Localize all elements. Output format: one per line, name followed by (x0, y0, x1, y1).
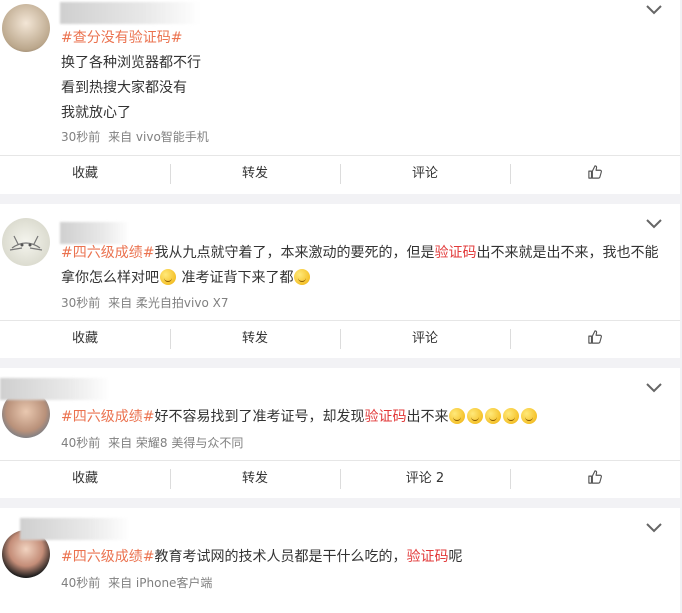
highlight-keyword: 验证码 (434, 245, 477, 261)
post-text-part: 准考证背下来了都 (177, 270, 294, 286)
repost-button[interactable]: 转发 (170, 468, 340, 490)
comment-button[interactable]: 评论 (340, 328, 510, 350)
smiley-emoji-icon (485, 408, 502, 424)
post-text-part: 教育考试网的技术人员都是干什么吃的， (154, 549, 407, 565)
repost-button[interactable]: 转发 (170, 328, 340, 350)
hashtag-link[interactable]: #四六级成绩# (61, 549, 154, 565)
post-source: 来自 柔光自拍vivo X7 (108, 296, 229, 310)
post-line: 换了各种浏览器都不行 (61, 55, 201, 71)
post-text: #四六级成绩#我从九点就守着了，本来激动的要死的，但是验证码出不来就是出不来，我… (61, 241, 660, 291)
like-button[interactable] (510, 328, 680, 350)
avatar[interactable] (2, 4, 50, 52)
post-time[interactable]: 40秒前 (61, 576, 100, 590)
favorite-button[interactable]: 收藏 (0, 468, 170, 490)
hashtag-link[interactable]: #查分没有验证码# (61, 30, 182, 46)
username-blurred[interactable] (0, 378, 110, 400)
smiley-emoji-icon (503, 408, 520, 424)
action-bar: 收藏 转发 评论 (0, 155, 680, 192)
favorite-button[interactable]: 收藏 (0, 163, 170, 185)
comment-button[interactable]: 评论 (340, 163, 510, 185)
thumbs-up-icon (588, 470, 602, 484)
hashtag-link[interactable]: #四六级成绩# (61, 409, 154, 425)
laugh-emoji-icon (160, 269, 176, 285)
post-source: 来自 iPhone客户端 (108, 576, 213, 590)
post-meta: 30秒前 来自 柔光自拍vivo X7 (61, 294, 228, 311)
favorite-button[interactable]: 收藏 (0, 328, 170, 350)
smiley-emoji-icon (521, 408, 538, 424)
post-meta: 40秒前 来自 iPhone客户端 (61, 574, 212, 591)
post-card: #四六级成绩#好不容易找到了准考证号，却发现验证码出不来 40秒前 来自 荣耀8… (0, 368, 680, 498)
post-text-part: 呢 (448, 549, 463, 565)
post-meta: 30秒前 来自 vivo智能手机 (61, 128, 209, 145)
hashtag-link[interactable]: #四六级成绩# (61, 245, 154, 261)
like-button[interactable] (510, 163, 680, 185)
thumbs-up-icon (588, 165, 602, 179)
like-button[interactable] (510, 468, 680, 490)
post-time[interactable]: 30秒前 (61, 296, 100, 310)
chevron-down-icon[interactable] (644, 3, 664, 17)
post-line: 看到热搜大家都没有 (61, 80, 187, 96)
username-blurred[interactable] (60, 2, 200, 24)
chevron-down-icon[interactable] (644, 217, 664, 231)
post-card: #四六级成绩#教育考试网的技术人员都是干什么吃的，验证码呢 40秒前 来自 iP… (0, 508, 680, 613)
cat-sketch-icon (9, 235, 43, 251)
post-line: 我就放心了 (61, 105, 131, 121)
post-text: #查分没有验证码# 换了各种浏览器都不行 看到热搜大家都没有 我就放心了 (61, 26, 660, 126)
post-card: #查分没有验证码# 换了各种浏览器都不行 看到热搜大家都没有 我就放心了 30秒… (0, 0, 680, 194)
post-time[interactable]: 30秒前 (61, 130, 100, 144)
post-card: #四六级成绩#我从九点就守着了，本来激动的要死的，但是验证码出不来就是出不来，我… (0, 204, 680, 358)
thumbs-up-icon (588, 330, 602, 344)
post-source: 来自 荣耀8 美得与众不同 (108, 436, 244, 450)
highlight-keyword: 验证码 (364, 409, 407, 425)
chevron-down-icon[interactable] (644, 381, 664, 395)
post-source: 来自 vivo智能手机 (108, 130, 209, 144)
post-meta: 40秒前 来自 荣耀8 美得与众不同 (61, 434, 243, 451)
post-text: #四六级成绩#好不容易找到了准考证号，却发现验证码出不来 (61, 405, 660, 430)
repost-button[interactable]: 转发 (170, 163, 340, 185)
action-bar: 收藏 转发 评论 2 (0, 460, 680, 497)
smiley-emoji-icon (467, 408, 484, 424)
action-bar: 收藏 转发 评论 (0, 320, 680, 357)
avatar[interactable] (2, 218, 50, 266)
cry-laugh-emoji-icon (294, 269, 311, 285)
highlight-keyword: 验证码 (406, 549, 449, 565)
post-text-part: 好不容易找到了准考证号，却发现 (154, 409, 365, 425)
chevron-down-icon[interactable] (644, 521, 664, 535)
comment-button[interactable]: 评论 2 (340, 468, 510, 490)
post-text-part: 我从九点就守着了，本来激动的要死的，但是 (154, 245, 435, 261)
post-text: #四六级成绩#教育考试网的技术人员都是干什么吃的，验证码呢 (61, 545, 660, 570)
username-blurred[interactable] (20, 518, 130, 540)
post-text-part: 出不来 (406, 409, 449, 425)
smiley-emoji-icon (449, 408, 466, 424)
post-time[interactable]: 40秒前 (61, 436, 100, 450)
